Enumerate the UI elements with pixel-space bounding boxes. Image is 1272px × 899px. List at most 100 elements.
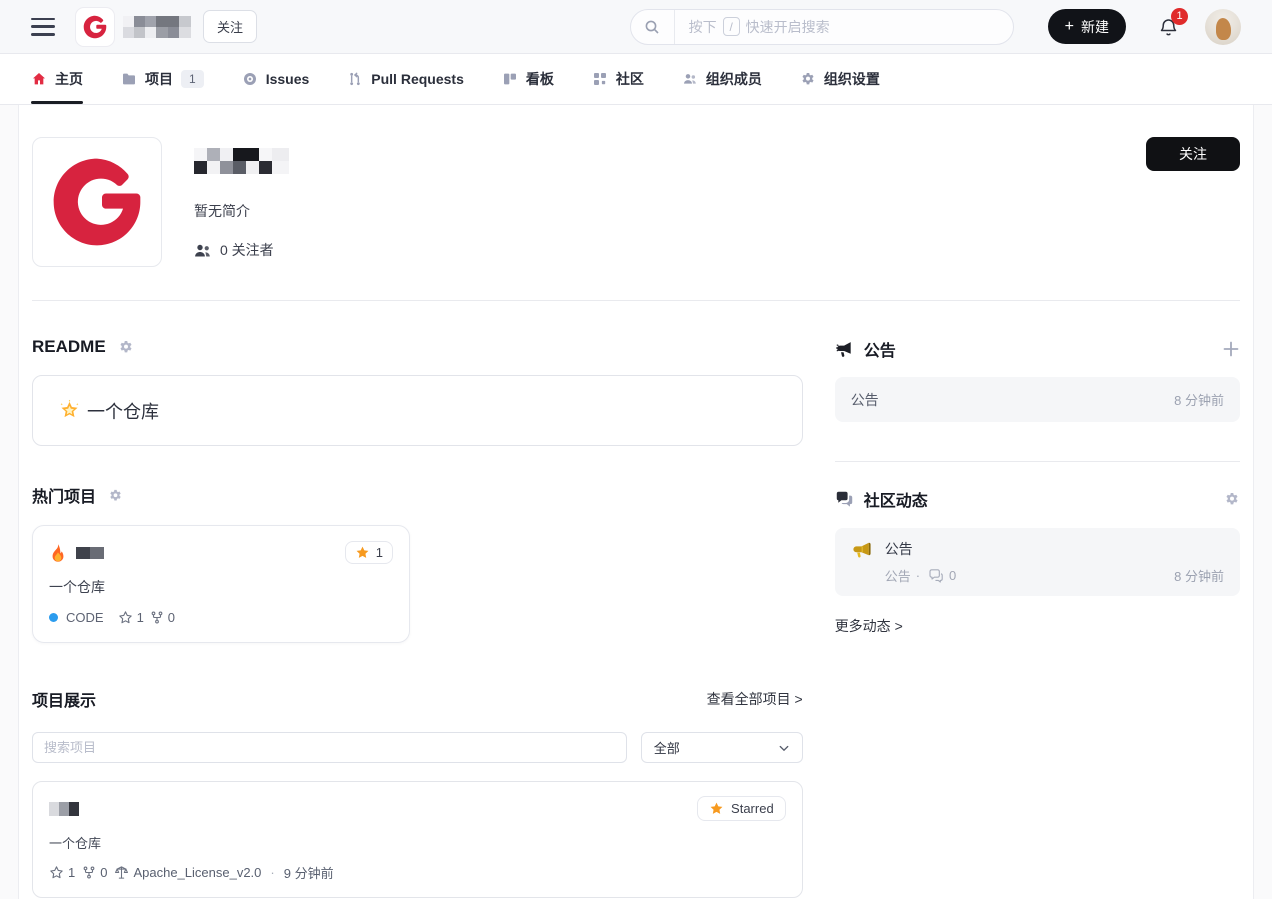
search-placeholder-prefix: 按下 (689, 17, 717, 37)
notifications-bell[interactable]: 1 (1158, 16, 1179, 38)
org-avatar[interactable] (32, 137, 162, 267)
star-outline-icon (118, 610, 133, 625)
more-activity-link[interactable]: 更多动态 > (835, 616, 903, 636)
activity-header: 社区动态 (835, 487, 1240, 511)
tab-community[interactable]: 社区 (592, 54, 644, 104)
tab-home-label: 主页 (55, 69, 83, 89)
tab-members[interactable]: 组织成员 (682, 54, 762, 104)
hot-project-stats: CODE 1 0 (49, 610, 393, 625)
activity-item-meta: 公告 · 0 8 分钟前 (885, 566, 1224, 585)
readme-header: README (32, 337, 803, 357)
activity-time: 8 分钟前 (1174, 566, 1224, 585)
topbar-follow-button[interactable]: 关注 (203, 10, 257, 43)
followers-icon (194, 243, 212, 258)
hot-projects-title: 热门项目 (32, 483, 96, 507)
pull-request-icon (347, 71, 363, 87)
tab-kanban[interactable]: 看板 (502, 54, 554, 104)
org-info: 暂无简介 0 关注者 (194, 137, 289, 260)
project-search-input[interactable] (32, 732, 627, 763)
tab-settings-label: 组织设置 (824, 69, 880, 89)
members-icon (682, 71, 698, 87)
tab-pull-requests-label: Pull Requests (371, 71, 464, 87)
org-description: 暂无简介 (194, 201, 289, 221)
starred-badge[interactable]: Starred (697, 796, 786, 821)
fork-icon (82, 865, 96, 880)
project-stats: 1 0 A (49, 863, 786, 882)
announcement-item[interactable]: 公告 8 分钟前 (835, 377, 1240, 422)
hamburger-menu-icon[interactable] (31, 18, 55, 36)
megaphone-emoji-icon (851, 541, 872, 560)
announcements-title: 公告 (864, 337, 896, 361)
star-outline-icon (49, 865, 64, 880)
activity-category: 公告 (885, 566, 911, 585)
topbar: 关注 按下 / 快速开启搜索 + 新建 1 (0, 0, 1272, 54)
user-avatar[interactable] (1205, 9, 1241, 45)
global-search[interactable]: 按下 / 快速开启搜索 (630, 9, 1014, 45)
project-filter-dropdown[interactable]: 全部 (641, 732, 803, 763)
showcase-filter-row: 全部 (32, 732, 803, 763)
readme-title: README (32, 337, 106, 357)
org-profile: 暂无简介 0 关注者 关注 (32, 137, 1240, 267)
notification-badge: 1 (1171, 8, 1188, 25)
project-name-redacted (49, 802, 79, 816)
readme-settings-gear-icon[interactable] (118, 339, 134, 355)
meta-separator: · (268, 865, 276, 880)
gitee-logo[interactable] (75, 7, 115, 47)
new-button[interactable]: + 新建 (1048, 9, 1126, 44)
org-name-redacted[interactable] (123, 16, 191, 38)
tab-pull-requests[interactable]: Pull Requests (347, 54, 464, 104)
sidebar-divider (835, 461, 1240, 462)
filter-selected-value: 全部 (654, 738, 680, 757)
issue-icon (242, 71, 258, 87)
hot-project-star-badge[interactable]: 1 (345, 541, 393, 564)
tab-issues[interactable]: Issues (242, 54, 310, 104)
showcase-project-card[interactable]: Starred 一个仓库 1 (32, 781, 803, 898)
activity-title: 社区动态 (864, 487, 928, 511)
star-filled-icon (709, 801, 724, 816)
home-icon (31, 71, 47, 87)
plus-icon: + (1065, 19, 1074, 35)
org-title-redacted (194, 148, 289, 174)
tab-kanban-label: 看板 (526, 69, 554, 89)
activity-comment-count: 0 (949, 568, 956, 583)
view-all-projects-link[interactable]: 查看全部项目 > (707, 689, 803, 709)
readme-content: 一个仓库 (87, 398, 159, 424)
gitee-g-icon (82, 14, 108, 40)
activity-item[interactable]: 公告 公告 · 0 8 分钟前 (835, 528, 1240, 596)
language-dot (49, 613, 58, 622)
announcement-time: 8 分钟前 (1174, 390, 1224, 409)
search-placeholder: 按下 / 快速开启搜索 (689, 17, 830, 37)
follow-org-button[interactable]: 关注 (1146, 137, 1240, 171)
main-column: README 一个仓库 热门项目 (32, 337, 803, 899)
license-scale-icon (114, 865, 129, 880)
announcements-header: 公告 (835, 337, 1240, 361)
hot-project-card[interactable]: 1 一个仓库 CODE 1 (32, 525, 410, 643)
tab-home[interactable]: 主页 (31, 54, 83, 104)
add-announcement-button[interactable] (1222, 340, 1240, 358)
new-button-label: 新建 (1081, 17, 1109, 37)
org-avatar-g-icon (47, 152, 147, 252)
activity-body: 公告 公告 · 0 8 分钟前 (885, 539, 1224, 585)
followers-link[interactable]: 0 关注者 (194, 240, 289, 260)
showcase-title: 项目展示 (32, 687, 96, 711)
tab-projects[interactable]: 项目 1 (121, 54, 204, 104)
search-icon (631, 10, 675, 44)
project-license: Apache_License_v2.0 (114, 865, 261, 880)
tab-community-label: 社区 (616, 69, 644, 89)
project-stars: 1 (49, 865, 75, 880)
slash-key-cap: / (723, 17, 740, 36)
hot-projects-gear-icon[interactable] (108, 488, 123, 503)
chat-bubbles-icon (835, 491, 854, 508)
meta-separator: · (916, 568, 920, 583)
hot-project-description: 一个仓库 (49, 577, 393, 597)
page-container: 暂无简介 0 关注者 关注 README (18, 105, 1254, 899)
community-grid-icon (592, 71, 608, 87)
search-placeholder-suffix: 快速开启搜索 (746, 17, 830, 37)
plus-icon (1222, 340, 1240, 358)
activity-settings-gear-icon[interactable] (1224, 491, 1240, 507)
tab-issues-label: Issues (266, 71, 310, 87)
hot-project-stars: 1 (118, 610, 144, 625)
tab-settings[interactable]: 组织设置 (800, 54, 880, 104)
hot-project-name-redacted (76, 547, 104, 559)
gear-icon (800, 71, 816, 87)
